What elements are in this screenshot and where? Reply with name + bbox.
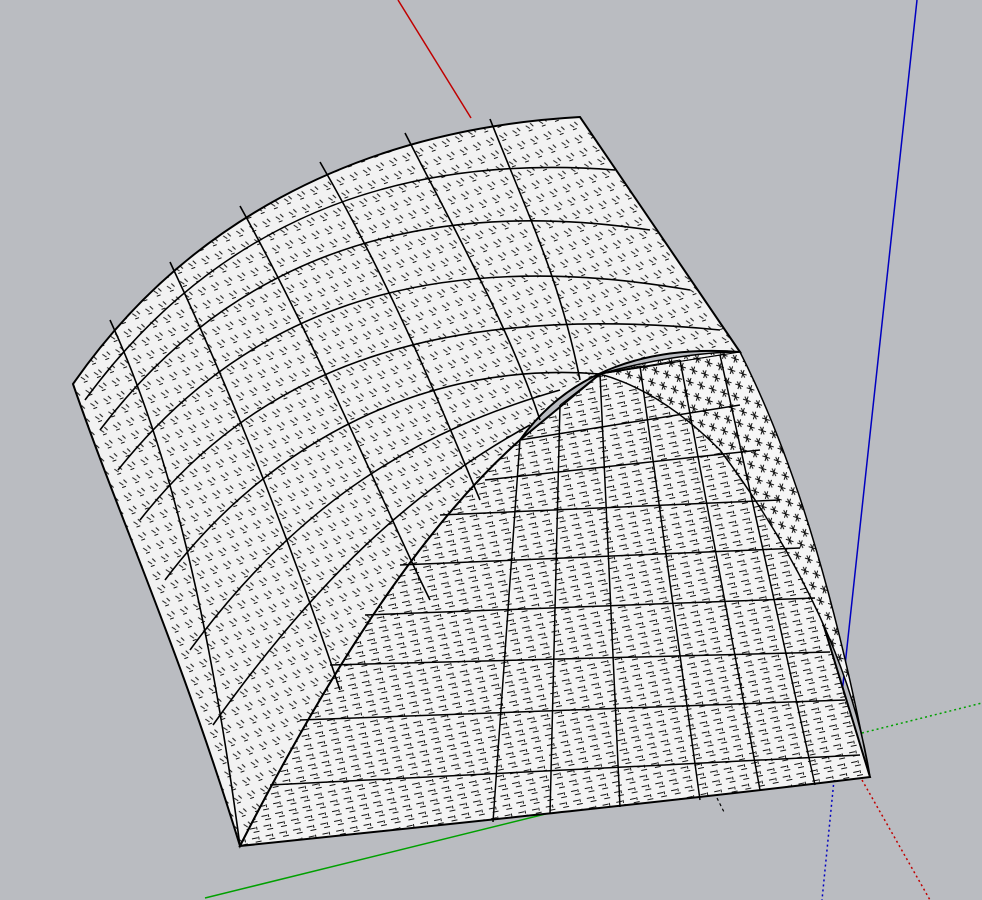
red-axis xyxy=(397,0,472,119)
origin-marker xyxy=(716,797,725,813)
3d-viewport[interactable] xyxy=(0,0,982,900)
red-axis-dotted xyxy=(861,779,931,900)
viewport-canvas[interactable] xyxy=(0,0,982,900)
blue-axis-dotted xyxy=(821,769,836,900)
blue-axis xyxy=(839,0,918,713)
green-axis-dotted xyxy=(861,702,982,734)
